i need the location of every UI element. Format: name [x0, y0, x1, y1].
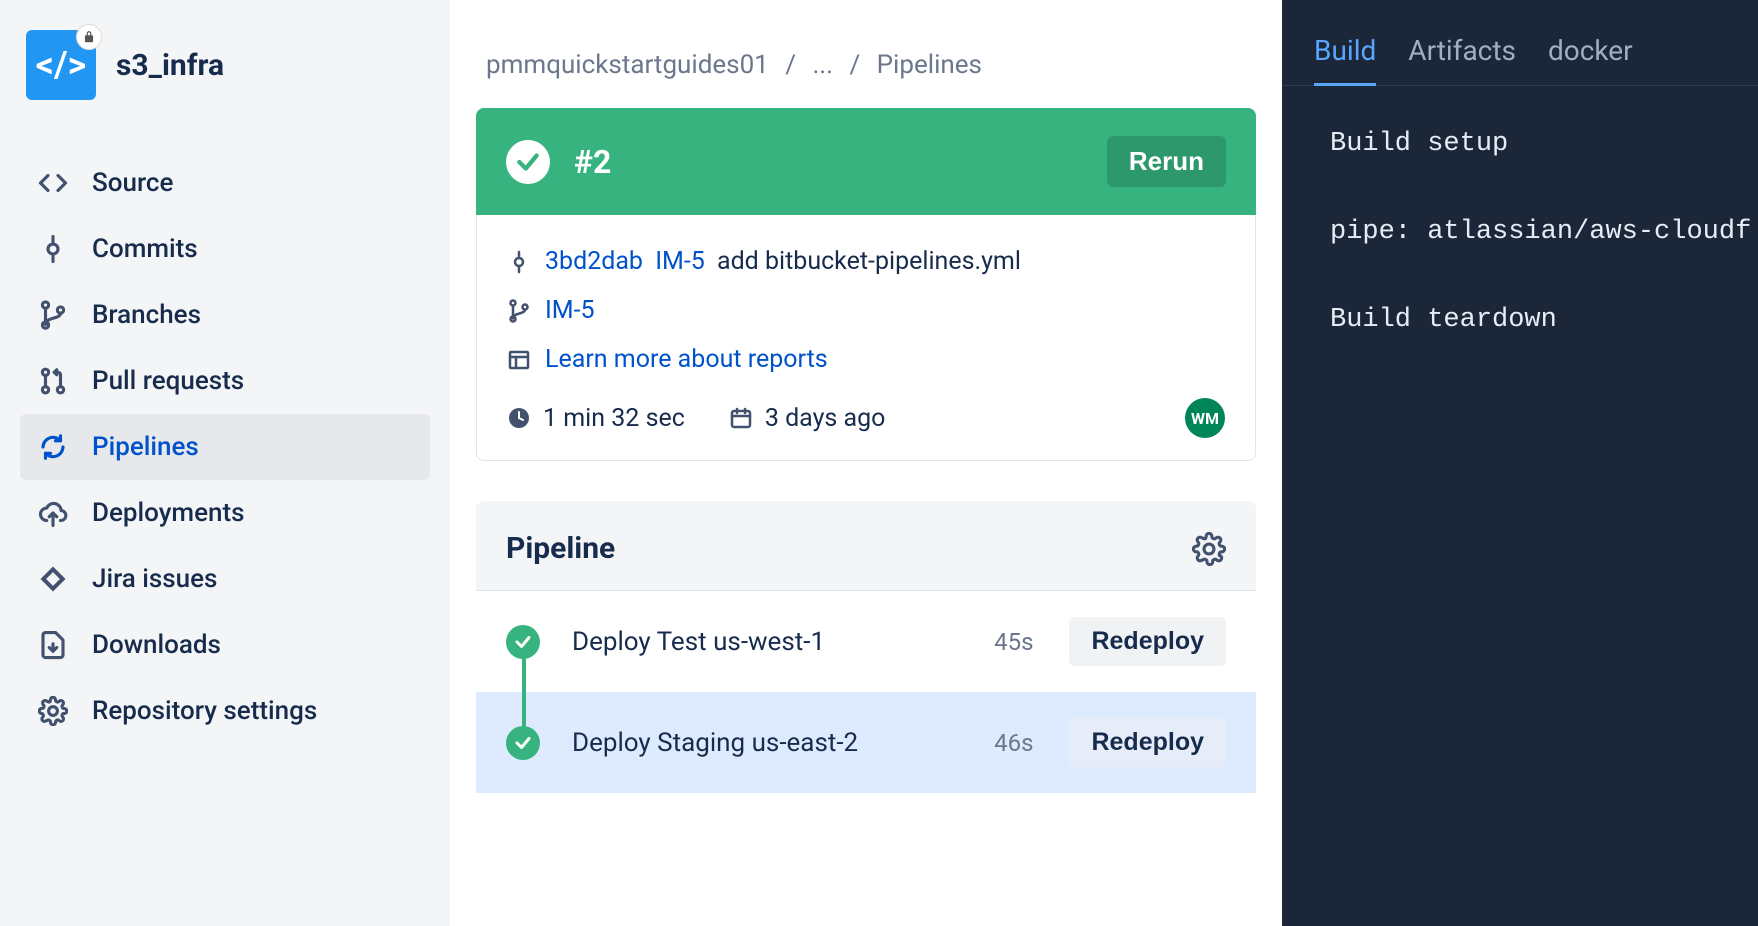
- gear-icon: [38, 696, 68, 726]
- cloud-upload-icon: [38, 498, 68, 528]
- breadcrumb-separator: /: [785, 50, 796, 80]
- sidebar-item-label: Deployments: [92, 498, 245, 528]
- sidebar-item-source[interactable]: Source: [20, 150, 430, 216]
- pipeline-settings-button[interactable]: [1192, 532, 1226, 566]
- sidebar-item-label: Downloads: [92, 630, 221, 660]
- repo-avatar-text: </>: [36, 44, 87, 86]
- log-panel: Build Artifacts docker Build setup pipe:…: [1282, 0, 1758, 926]
- calendar-icon: [729, 406, 753, 430]
- sidebar-item-label: Pipelines: [92, 432, 199, 462]
- branch-row: IM-5: [507, 286, 1225, 335]
- pipeline-heading: Pipeline: [506, 531, 615, 566]
- success-icon: [506, 625, 540, 659]
- rerun-button[interactable]: Rerun: [1107, 136, 1226, 187]
- log-body: Build setup pipe: atlassian/aws-cloudf B…: [1282, 86, 1758, 339]
- sidebar-item-label: Source: [92, 168, 173, 198]
- run-title: #2: [574, 143, 1083, 181]
- pipeline-step[interactable]: Deploy Staging us-east-2 46s Redeploy: [476, 692, 1256, 793]
- repo-sidebar: </> s3_infra Source Commits Branches Pul…: [0, 0, 450, 926]
- log-line[interactable]: Build teardown: [1330, 302, 1758, 340]
- pull-request-icon: [38, 366, 68, 396]
- breadcrumb-project[interactable]: pmmquickstartguides01: [486, 50, 769, 80]
- breadcrumb-more[interactable]: ...: [812, 50, 833, 80]
- step-duration: 46s: [994, 729, 1033, 757]
- pipeline-header: Pipeline: [476, 501, 1256, 590]
- duration-text: 1 min 32 sec: [543, 404, 685, 433]
- sidebar-item-label: Commits: [92, 234, 198, 264]
- commit-issue-link[interactable]: IM-5: [655, 247, 705, 276]
- lock-icon: [76, 24, 102, 50]
- sidebar-item-pull-requests[interactable]: Pull requests: [20, 348, 430, 414]
- sidebar-item-label: Branches: [92, 300, 201, 330]
- author-avatar[interactable]: WM: [1185, 398, 1225, 438]
- code-icon: [38, 168, 68, 198]
- when-text: 3 days ago: [765, 404, 886, 433]
- main-content: pmmquickstartguides01 / ... / Pipelines …: [450, 0, 1282, 926]
- commit-icon: [38, 234, 68, 264]
- sidebar-item-pipelines[interactable]: Pipelines: [20, 414, 430, 480]
- sidebar-item-commits[interactable]: Commits: [20, 216, 430, 282]
- sidebar-item-jira-issues[interactable]: Jira issues: [20, 546, 430, 612]
- sidebar-nav: Source Commits Branches Pull requests Pi…: [20, 150, 430, 744]
- clock-icon: [507, 406, 531, 430]
- commit-icon: [507, 250, 531, 274]
- commit-message: add bitbucket-pipelines.yml: [717, 247, 1021, 276]
- breadcrumb-page[interactable]: Pipelines: [877, 50, 982, 80]
- log-line[interactable]: pipe: atlassian/aws-cloudf: [1330, 214, 1758, 252]
- run-header: #2 Rerun: [476, 108, 1256, 215]
- log-line[interactable]: Build setup: [1330, 126, 1758, 164]
- report-icon: [507, 348, 531, 372]
- repo-avatar: </>: [26, 30, 96, 100]
- branch-link[interactable]: IM-5: [545, 296, 595, 325]
- branch-icon: [507, 299, 531, 323]
- breadcrumb: pmmquickstartguides01 / ... / Pipelines: [486, 50, 1256, 80]
- download-icon: [38, 630, 68, 660]
- sidebar-item-repo-settings[interactable]: Repository settings: [20, 678, 430, 744]
- redeploy-button[interactable]: Redeploy: [1069, 617, 1226, 666]
- sidebar-item-label: Jira issues: [92, 564, 217, 594]
- when-group: 3 days ago: [729, 404, 886, 433]
- log-tab-build[interactable]: Build: [1314, 34, 1376, 86]
- pipeline-icon: [38, 432, 68, 462]
- step-name: Deploy Staging us-east-2: [572, 728, 972, 758]
- branch-icon: [38, 300, 68, 330]
- sidebar-item-label: Repository settings: [92, 696, 317, 726]
- success-icon: [506, 140, 550, 184]
- pipeline-card: Pipeline Deploy Test us-west-1 45s Redep…: [476, 501, 1256, 793]
- reports-row: Learn more about reports: [507, 335, 1225, 384]
- sidebar-item-branches[interactable]: Branches: [20, 282, 430, 348]
- success-icon: [506, 726, 540, 760]
- redeploy-button[interactable]: Redeploy: [1069, 718, 1226, 767]
- pipeline-step[interactable]: Deploy Test us-west-1 45s Redeploy: [476, 591, 1256, 692]
- run-info-card: 3bd2dab IM-5 add bitbucket-pipelines.yml…: [476, 215, 1256, 461]
- log-tabs: Build Artifacts docker: [1282, 0, 1758, 86]
- log-tab-docker[interactable]: docker: [1548, 34, 1633, 85]
- meta-row: 1 min 32 sec 3 days ago WM: [507, 384, 1225, 438]
- repo-name: s3_infra: [116, 48, 224, 83]
- breadcrumb-separator: /: [849, 50, 860, 80]
- sidebar-item-label: Pull requests: [92, 366, 244, 396]
- step-name: Deploy Test us-west-1: [572, 627, 972, 657]
- commit-hash-link[interactable]: 3bd2dab: [545, 247, 643, 276]
- log-tab-artifacts[interactable]: Artifacts: [1408, 34, 1516, 85]
- duration-group: 1 min 32 sec: [507, 404, 685, 433]
- pipeline-steps: Deploy Test us-west-1 45s Redeploy Deplo…: [476, 590, 1256, 793]
- repo-header: </> s3_infra: [20, 30, 430, 100]
- step-duration: 45s: [994, 628, 1033, 656]
- sidebar-item-deployments[interactable]: Deployments: [20, 480, 430, 546]
- reports-link[interactable]: Learn more about reports: [545, 345, 828, 374]
- sidebar-item-downloads[interactable]: Downloads: [20, 612, 430, 678]
- diamond-icon: [38, 564, 68, 594]
- commit-row: 3bd2dab IM-5 add bitbucket-pipelines.yml: [507, 237, 1225, 286]
